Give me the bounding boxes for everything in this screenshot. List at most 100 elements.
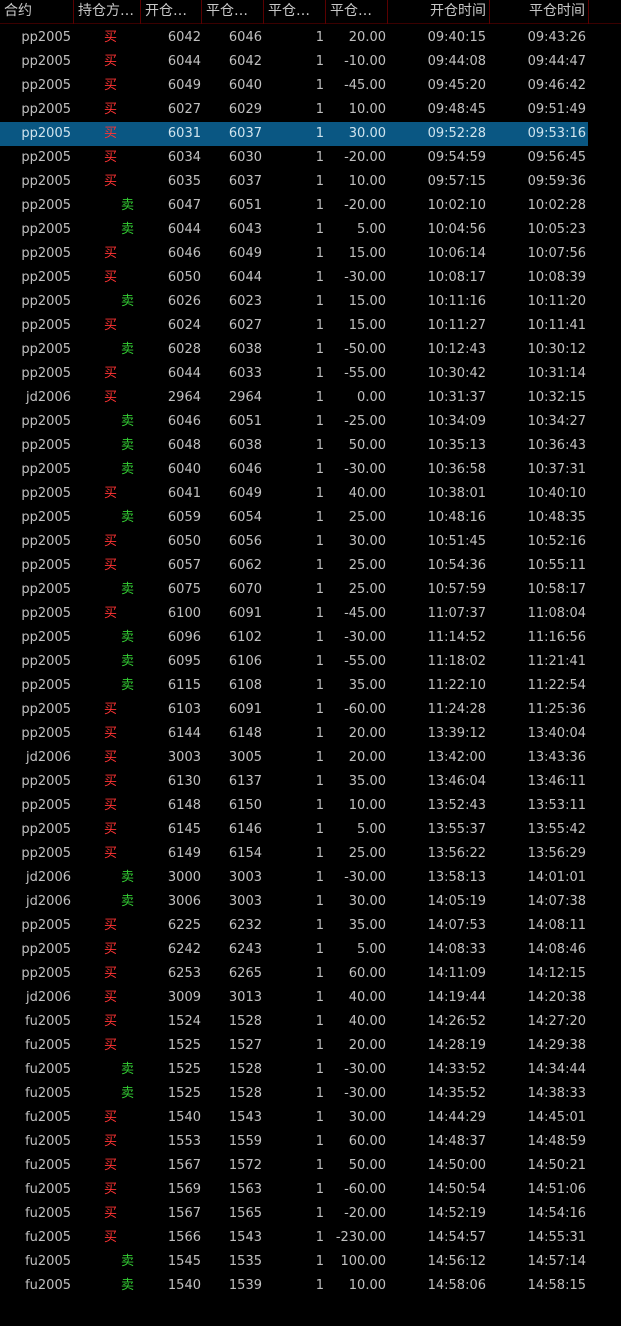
cell-close-qty: 1 [315,990,324,1005]
table-row[interactable]: fu2005 卖 1525 1528 1 -30.00 14:35:52 14:38:33 [0,1082,588,1106]
table-row[interactable]: pp2005 买 6242 6243 1 5.00 14:08:33 14:08:46 [0,938,588,962]
table-row[interactable]: pp2005 买 6044 6042 1 -10.00 09:44:08 09:44:47 [0,50,588,74]
table-row[interactable]: pp2005 卖 6048 6038 1 50.00 10:35:13 10:36:43 [0,434,588,458]
cell-contract: pp2005 [21,534,71,549]
table-row[interactable]: fu2005 买 1540 1543 1 30.00 14:44:29 14:45:01 [0,1106,588,1130]
table-row[interactable]: pp2005 买 6046 6049 1 15.00 10:06:14 10:07:56 [0,242,588,266]
table-row[interactable]: pp2005 卖 6047 6051 1 -20.00 10:02:10 10:02:28 [0,194,588,218]
cell-close-time: 14:29:38 [527,1038,586,1053]
table-row[interactable]: pp2005 卖 6115 6108 1 35.00 11:22:10 11:22:54 [0,674,588,698]
cell-direction: 买 [104,1038,118,1053]
cell-close-price: 6265 [228,966,262,981]
cell-close-price: 1559 [228,1134,262,1149]
table-row[interactable]: jd2006 卖 3006 3003 1 30.00 14:05:19 14:07:38 [0,890,588,914]
cell-open-price: 6024 [167,318,201,333]
table-row[interactable]: fu2005 卖 1545 1535 1 100.00 14:56:12 14:57:14 [0,1250,588,1274]
table-row[interactable]: fu2005 买 1566 1543 1 -230.00 14:54:57 14:55:31 [0,1226,588,1250]
header-contract[interactable]: 合约 [0,0,74,24]
table-row[interactable]: pp2005 卖 6044 6043 1 5.00 10:04:56 10:05:23 [0,218,588,242]
header-open-price[interactable]: 开仓… [141,0,202,24]
cell-close-qty: 1 [315,1254,324,1269]
table-row[interactable]: jd2006 买 3003 3005 1 20.00 13:42:00 13:43:36 [0,746,588,770]
cell-close-pnl: 40.00 [348,486,386,501]
cell-close-time: 11:21:41 [527,654,586,669]
table-row[interactable]: jd2006 卖 3000 3003 1 -30.00 13:58:13 14:01:01 [0,866,588,890]
table-row[interactable]: pp2005 买 6031 6037 1 30.00 09:52:28 09:53:16 [0,122,588,146]
cell-open-price: 1540 [167,1110,201,1125]
table-row[interactable]: pp2005 买 6027 6029 1 10.00 09:48:45 09:51:49 [0,98,588,122]
table-row[interactable]: pp2005 买 6253 6265 1 60.00 14:11:09 14:12:15 [0,962,588,986]
table-row[interactable]: pp2005 卖 6095 6106 1 -55.00 11:18:02 11:21:41 [0,650,588,674]
cell-close-qty: 1 [315,702,324,717]
table-row[interactable]: jd2006 买 2964 2964 1 0.00 10:31:37 10:32:15 [0,386,588,410]
header-direction[interactable]: 持仓方… [74,0,141,24]
table-row[interactable]: fu2005 卖 1525 1528 1 -30.00 14:33:52 14:34:44 [0,1058,588,1082]
cell-close-pnl: 10.00 [348,798,386,813]
cell-close-qty: 1 [315,606,324,621]
table-row[interactable]: pp2005 卖 6075 6070 1 25.00 10:57:59 10:58:17 [0,578,588,602]
cell-close-price: 2964 [228,390,262,405]
cell-close-pnl: 30.00 [348,894,386,909]
cell-open-price: 1540 [167,1278,201,1293]
table-row[interactable]: pp2005 卖 6046 6051 1 -25.00 10:34:09 10:34:27 [0,410,588,434]
table-row[interactable]: pp2005 卖 6096 6102 1 -30.00 11:14:52 11:16:56 [0,626,588,650]
cell-close-pnl: 35.00 [348,774,386,789]
table-row[interactable]: pp2005 买 6041 6049 1 40.00 10:38:01 10:40:10 [0,482,588,506]
table-row[interactable]: fu2005 买 1567 1565 1 -20.00 14:52:19 14:54:16 [0,1202,588,1226]
cell-close-pnl: 25.00 [348,846,386,861]
cell-close-time: 10:40:10 [527,486,586,501]
table-row[interactable]: fu2005 买 1569 1563 1 -60.00 14:50:54 14:51:06 [0,1178,588,1202]
cell-contract: pp2005 [21,774,71,789]
cell-close-price: 1543 [228,1110,262,1125]
table-row[interactable]: pp2005 买 6035 6037 1 10.00 09:57:15 09:59:36 [0,170,588,194]
table-row[interactable]: pp2005 买 6225 6232 1 35.00 14:07:53 14:08:11 [0,914,588,938]
cell-direction: 买 [104,1014,118,1029]
header-close-time[interactable]: 平仓时间 [490,0,589,24]
table-row[interactable]: pp2005 买 6103 6091 1 -60.00 11:24:28 11:25:36 [0,698,588,722]
table-row[interactable]: fu2005 买 1525 1527 1 20.00 14:28:19 14:29:38 [0,1034,588,1058]
cell-contract: pp2005 [21,702,71,717]
cell-contract: pp2005 [21,942,71,957]
cell-direction: 买 [104,918,118,933]
table-row[interactable]: pp2005 卖 6059 6054 1 25.00 10:48:16 10:48:35 [0,506,588,530]
cell-close-price: 6038 [228,342,262,357]
table-row[interactable]: pp2005 买 6144 6148 1 20.00 13:39:12 13:40:04 [0,722,588,746]
cell-contract: fu2005 [25,1278,71,1293]
table-row[interactable]: fu2005 买 1567 1572 1 50.00 14:50:00 14:50:21 [0,1154,588,1178]
table-row[interactable]: pp2005 买 6034 6030 1 -20.00 09:54:59 09:56:45 [0,146,588,170]
table-row[interactable]: pp2005 卖 6026 6023 1 15.00 10:11:16 10:11:20 [0,290,588,314]
table-row[interactable]: pp2005 买 6149 6154 1 25.00 13:56:22 13:56:29 [0,842,588,866]
cell-close-pnl: -60.00 [344,702,386,717]
table-row[interactable]: pp2005 买 6145 6146 1 5.00 13:55:37 13:55:42 [0,818,588,842]
table-row[interactable]: pp2005 买 6042 6046 1 20.00 09:40:15 09:43:26 [0,26,588,50]
table-row[interactable]: pp2005 买 6130 6137 1 35.00 13:46:04 13:46:11 [0,770,588,794]
cell-close-time: 11:22:54 [527,678,586,693]
table-row[interactable]: pp2005 买 6057 6062 1 25.00 10:54:36 10:55:11 [0,554,588,578]
cell-open-time: 09:54:59 [427,150,486,165]
table-row[interactable]: fu2005 买 1524 1528 1 40.00 14:26:52 14:27:20 [0,1010,588,1034]
table-row[interactable]: pp2005 买 6049 6040 1 -45.00 09:45:20 09:46:42 [0,74,588,98]
cell-close-time: 10:32:15 [527,390,586,405]
table-row[interactable]: pp2005 买 6050 6056 1 30.00 10:51:45 10:52:16 [0,530,588,554]
cell-close-pnl: -230.00 [335,1230,386,1245]
cell-open-price: 6031 [167,126,201,141]
table-row[interactable]: pp2005 买 6050 6044 1 -30.00 10:08:17 10:08:39 [0,266,588,290]
table-row[interactable]: pp2005 买 6044 6033 1 -55.00 10:30:42 10:31:14 [0,362,588,386]
table-row[interactable]: pp2005 买 6148 6150 1 10.00 13:52:43 13:53:11 [0,794,588,818]
header-close-price[interactable]: 平仓… [202,0,264,24]
table-row[interactable]: fu2005 卖 1540 1539 1 10.00 14:58:06 14:58:15 [0,1274,588,1298]
cell-close-price: 1565 [228,1206,262,1221]
header-close-qty[interactable]: 平仓… [264,0,326,24]
header-close-pnl[interactable]: 平仓… [326,0,388,24]
cell-close-time: 09:44:47 [527,54,586,69]
table-row[interactable]: pp2005 买 6024 6027 1 15.00 10:11:27 10:11:41 [0,314,588,338]
table-row[interactable]: pp2005 卖 6040 6046 1 -30.00 10:36:58 10:37:31 [0,458,588,482]
table-row[interactable]: pp2005 卖 6028 6038 1 -50.00 10:12:43 10:30:12 [0,338,588,362]
table-row[interactable]: fu2005 买 1553 1559 1 60.00 14:48:37 14:48:59 [0,1130,588,1154]
cell-close-time: 14:50:21 [527,1158,586,1173]
cell-close-price: 6038 [228,438,262,453]
table-row[interactable]: pp2005 买 6100 6091 1 -45.00 11:07:37 11:08:04 [0,602,588,626]
cell-direction: 买 [104,318,118,333]
table-row[interactable]: jd2006 买 3009 3013 1 40.00 14:19:44 14:20:38 [0,986,588,1010]
header-open-time[interactable]: 开仓时间 [388,0,490,24]
